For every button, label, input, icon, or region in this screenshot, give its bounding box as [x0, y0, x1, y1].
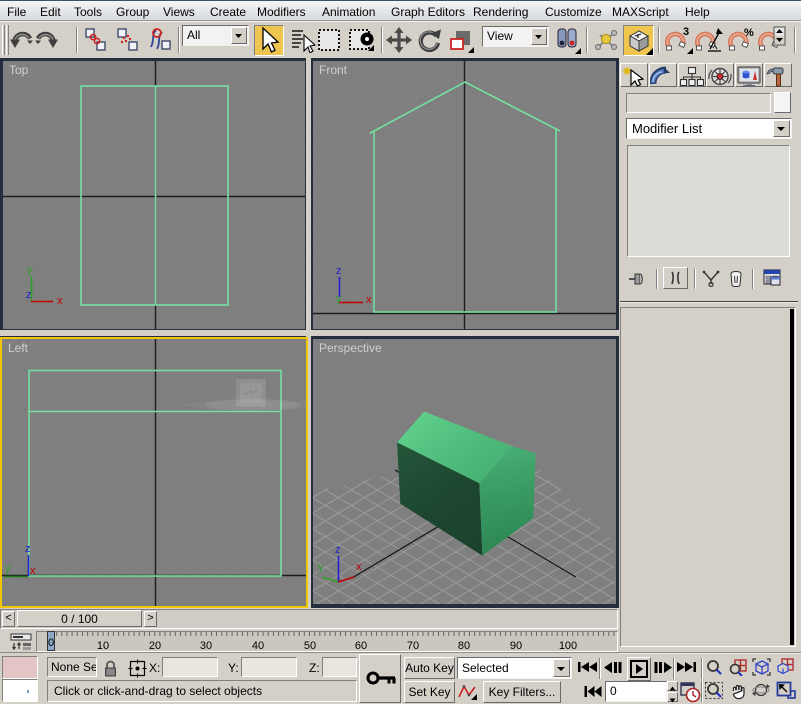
svg-text:20: 20	[149, 640, 161, 652]
svg-text:70: 70	[407, 640, 419, 652]
svg-text:y: y	[5, 563, 11, 575]
svg-text:%: %	[744, 27, 754, 39]
svg-text:y: y	[318, 561, 324, 573]
svg-text:z: z	[336, 265, 342, 277]
svg-text:30: 30	[200, 640, 212, 652]
svg-text:y: y	[336, 293, 342, 305]
svg-text:3: 3	[683, 26, 689, 38]
svg-text:80: 80	[458, 640, 470, 652]
svg-text:y: y	[27, 264, 33, 276]
svg-text:x: x	[57, 295, 63, 307]
svg-text:40: 40	[252, 640, 264, 652]
svg-text:x: x	[366, 294, 372, 306]
svg-text:z: z	[25, 543, 31, 555]
svg-text:10: 10	[97, 640, 109, 652]
svg-text:60: 60	[355, 640, 367, 652]
svg-text:90: 90	[510, 640, 522, 652]
svg-text:z: z	[26, 289, 32, 301]
svg-text:x: x	[356, 561, 362, 573]
svg-text:z: z	[335, 544, 341, 556]
svg-text:100: 100	[559, 640, 577, 652]
svg-text:x: x	[30, 565, 36, 577]
svg-text:50: 50	[304, 640, 316, 652]
